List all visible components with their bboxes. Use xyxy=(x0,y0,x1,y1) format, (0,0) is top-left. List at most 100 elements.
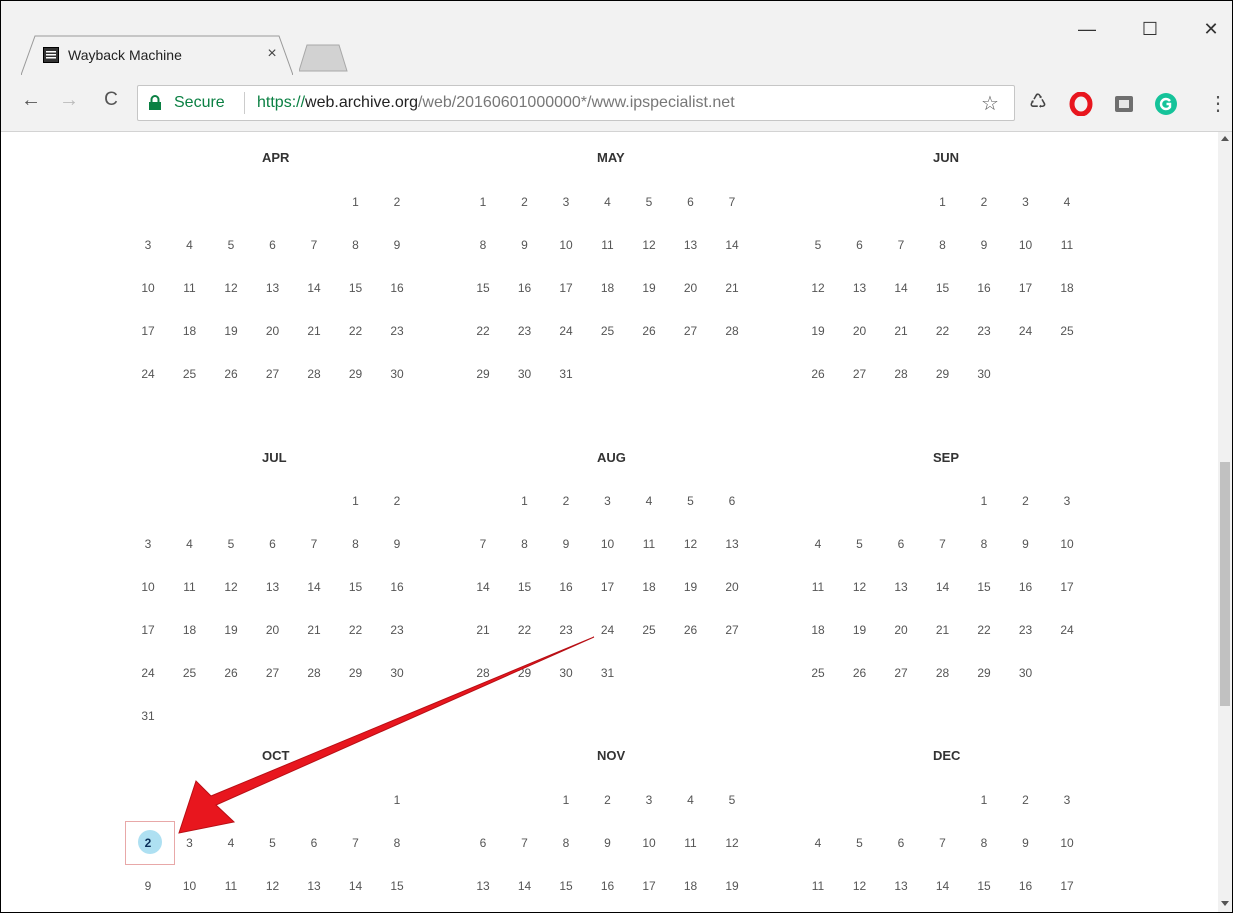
calendar-day[interactable]: 4 xyxy=(177,537,203,551)
calendar-day[interactable]: 12 xyxy=(260,879,286,893)
back-arrow-icon[interactable]: ← xyxy=(19,89,43,112)
calendar-day[interactable]: 3 xyxy=(1054,494,1080,508)
calendar-day[interactable]: 9 xyxy=(553,537,579,551)
calendar-day[interactable]: 17 xyxy=(636,879,662,893)
calendar-day[interactable]: 28 xyxy=(301,367,327,381)
calendar-day[interactable]: 15 xyxy=(384,879,410,893)
calendar-day[interactable]: 30 xyxy=(384,666,410,680)
calendar-day[interactable]: 14 xyxy=(512,879,538,893)
calendar-day[interactable]: 7 xyxy=(930,836,956,850)
calendar-day[interactable]: 30 xyxy=(971,367,997,381)
calendar-day[interactable]: 17 xyxy=(135,324,161,338)
calendar-day[interactable]: 17 xyxy=(1013,281,1039,295)
calendar-day[interactable]: 15 xyxy=(971,580,997,594)
calendar-day[interactable]: 24 xyxy=(135,666,161,680)
calendar-day[interactable]: 7 xyxy=(512,836,538,850)
calendar-day[interactable]: 6 xyxy=(301,836,327,850)
calendar-day[interactable]: 27 xyxy=(888,666,914,680)
calendar-day[interactable]: 26 xyxy=(847,666,873,680)
calendar-day[interactable]: 10 xyxy=(1054,537,1080,551)
calendar-day[interactable]: 28 xyxy=(888,367,914,381)
calendar-day[interactable]: 23 xyxy=(971,324,997,338)
calendar-day[interactable]: 6 xyxy=(888,537,914,551)
calendar-day[interactable]: 15 xyxy=(470,281,496,295)
box-extension-icon[interactable] xyxy=(1112,92,1136,116)
calendar-day[interactable]: 25 xyxy=(805,666,831,680)
calendar-day[interactable]: 31 xyxy=(553,367,579,381)
reload-icon[interactable]: C xyxy=(99,89,123,111)
calendar-day[interactable]: 19 xyxy=(218,324,244,338)
calendar-day[interactable]: 26 xyxy=(805,367,831,381)
calendar-day[interactable]: 20 xyxy=(260,623,286,637)
calendar-day[interactable]: 14 xyxy=(343,879,369,893)
calendar-day[interactable]: 20 xyxy=(847,324,873,338)
grammarly-icon[interactable] xyxy=(1154,92,1178,116)
menu-icon[interactable]: ⋮ xyxy=(1208,91,1228,116)
calendar-day[interactable]: 6 xyxy=(719,494,745,508)
minimize-icon[interactable]: — xyxy=(1075,19,1099,40)
calendar-day[interactable]: 12 xyxy=(847,580,873,594)
calendar-day[interactable]: 2 xyxy=(553,494,579,508)
calendar-day[interactable]: 7 xyxy=(301,537,327,551)
calendar-day[interactable]: 22 xyxy=(971,623,997,637)
calendar-day[interactable]: 29 xyxy=(930,367,956,381)
calendar-day[interactable]: 19 xyxy=(678,580,704,594)
forward-arrow-icon[interactable]: → xyxy=(57,89,81,112)
calendar-day[interactable]: 5 xyxy=(847,537,873,551)
calendar-day[interactable]: 4 xyxy=(805,537,831,551)
calendar-day[interactable]: 11 xyxy=(805,580,831,594)
calendar-day[interactable]: 7 xyxy=(888,238,914,252)
calendar-day[interactable]: 28 xyxy=(719,324,745,338)
calendar-day[interactable]: 27 xyxy=(719,623,745,637)
calendar-day[interactable]: 27 xyxy=(678,324,704,338)
calendar-day[interactable]: 1 xyxy=(343,195,369,209)
calendar-day[interactable]: 16 xyxy=(384,281,410,295)
calendar-day[interactable]: 30 xyxy=(1013,666,1039,680)
calendar-day[interactable]: 9 xyxy=(971,238,997,252)
calendar-day[interactable]: 5 xyxy=(636,195,662,209)
calendar-day[interactable]: 9 xyxy=(1013,537,1039,551)
calendar-day[interactable]: 8 xyxy=(470,238,496,252)
calendar-day[interactable]: 5 xyxy=(847,836,873,850)
calendar-day[interactable]: 26 xyxy=(218,367,244,381)
calendar-day[interactable]: 15 xyxy=(512,580,538,594)
calendar-day[interactable]: 23 xyxy=(512,324,538,338)
calendar-day[interactable]: 3 xyxy=(636,793,662,807)
calendar-day[interactable]: 12 xyxy=(218,281,244,295)
calendar-day[interactable]: 6 xyxy=(847,238,873,252)
calendar-day[interactable]: 13 xyxy=(260,281,286,295)
calendar-day[interactable]: 7 xyxy=(930,537,956,551)
calendar-day[interactable]: 2 xyxy=(1013,793,1039,807)
window-close-icon[interactable]: ✕ xyxy=(1199,19,1223,40)
calendar-day[interactable]: 30 xyxy=(384,367,410,381)
tab-wayback-machine[interactable]: Wayback Machine × xyxy=(21,35,293,75)
calendar-day[interactable]: 23 xyxy=(384,623,410,637)
calendar-day[interactable]: 14 xyxy=(719,238,745,252)
calendar-day[interactable]: 25 xyxy=(177,666,203,680)
calendar-day[interactable]: 9 xyxy=(384,238,410,252)
calendar-day[interactable]: 4 xyxy=(218,836,244,850)
calendar-day[interactable]: 16 xyxy=(384,580,410,594)
calendar-day[interactable]: 6 xyxy=(470,836,496,850)
calendar-day[interactable]: 21 xyxy=(719,281,745,295)
url-text[interactable]: https://web.archive.org/web/201606010000… xyxy=(257,94,735,112)
calendar-day[interactable]: 15 xyxy=(343,580,369,594)
opera-icon[interactable] xyxy=(1069,91,1093,117)
calendar-day[interactable]: 17 xyxy=(135,623,161,637)
calendar-day[interactable]: 4 xyxy=(805,836,831,850)
calendar-day[interactable]: 11 xyxy=(595,238,621,252)
calendar-day[interactable]: 10 xyxy=(553,238,579,252)
calendar-day[interactable]: 26 xyxy=(636,324,662,338)
calendar-day[interactable]: 10 xyxy=(177,879,203,893)
calendar-day[interactable]: 22 xyxy=(343,324,369,338)
calendar-day[interactable]: 30 xyxy=(553,666,579,680)
calendar-day[interactable]: 14 xyxy=(301,281,327,295)
calendar-day[interactable]: 22 xyxy=(930,324,956,338)
calendar-day[interactable]: 5 xyxy=(260,836,286,850)
calendar-day[interactable]: 3 xyxy=(1054,793,1080,807)
calendar-day[interactable]: 16 xyxy=(1013,580,1039,594)
calendar-day[interactable]: 29 xyxy=(971,666,997,680)
calendar-day[interactable]: 1 xyxy=(971,793,997,807)
calendar-day[interactable]: 27 xyxy=(260,367,286,381)
calendar-day[interactable]: 14 xyxy=(888,281,914,295)
